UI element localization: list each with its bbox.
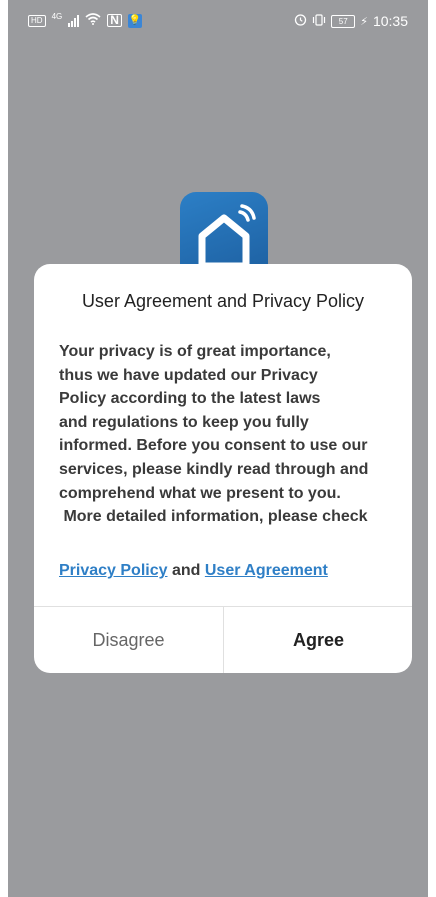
disagree-button[interactable]: Disagree [34, 607, 223, 673]
battery-icon: 57 [331, 14, 356, 28]
body-line: services, please kindly read through and [59, 460, 369, 478]
and-text: and [167, 562, 205, 579]
charging-icon: ⚡ [360, 15, 368, 28]
status-time: 10:35 [372, 13, 408, 29]
policy-links: Privacy Policy and User Agreement [59, 562, 328, 580]
left-edge [0, 0, 8, 897]
status-right-group: 57 ⚡ 10:35 [294, 13, 408, 29]
dialog-body: Your privacy is of great importance, thu… [59, 340, 399, 529]
signal-icon [68, 14, 80, 27]
vibrate-icon [312, 13, 326, 29]
network-type-icon: 4G [51, 12, 63, 21]
body-line: comprehend what we present to you. [59, 484, 341, 502]
nfc-icon: N [107, 14, 122, 27]
body-line: More detailed information, please check [59, 508, 368, 526]
wifi-icon [85, 13, 101, 28]
agree-button[interactable]: Agree [224, 607, 412, 673]
app-screen: HD 4G N 💡 57 ⚡ 10:35 User Agreement and … [8, 0, 428, 897]
body-line: and regulations to keep you fully [59, 413, 309, 431]
user-agreement-link[interactable]: User Agreement [205, 562, 328, 579]
dialog-title: User Agreement and Privacy Policy [81, 291, 365, 311]
body-line: Policy according to the latest laws [59, 390, 321, 408]
privacy-dialog: User Agreement and Privacy Policy Your p… [34, 264, 412, 673]
body-line: Your privacy is of great importance, [59, 343, 331, 360]
hd-icon: HD [28, 14, 46, 27]
privacy-policy-link[interactable]: Privacy Policy [59, 562, 168, 579]
body-line: thus we have updated our Privacy [59, 366, 318, 384]
status-bar: HD 4G N 💡 57 ⚡ 10:35 [8, 0, 428, 42]
status-left-group: HD 4G N 💡 [28, 12, 142, 28]
body-line: informed. Before you consent to use our [59, 437, 368, 455]
bulb-icon: 💡 [127, 13, 142, 28]
alarm-icon [294, 13, 307, 29]
